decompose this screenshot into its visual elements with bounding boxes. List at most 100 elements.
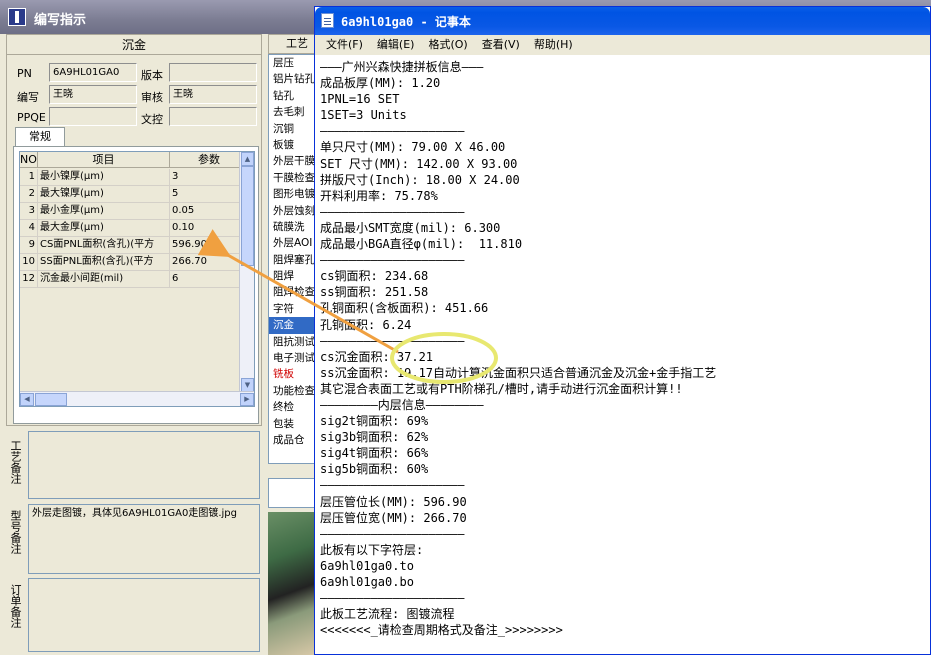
app-icon	[8, 8, 26, 26]
notepad-line: 6a9hl01ga0.to	[320, 558, 414, 573]
notepad-line: sig4t铜面积: 66%	[320, 446, 429, 461]
process-input[interactable]	[268, 478, 318, 508]
notepad-line: sig2t铜面积: 69%	[320, 414, 429, 429]
row-value[interactable]: 5	[170, 186, 249, 202]
process-list-item[interactable]: 图形电镀	[269, 186, 317, 202]
writer-field[interactable]: 王晓	[49, 85, 137, 104]
process-note-label: 工艺备注	[9, 440, 22, 484]
process-list-item[interactable]: 沉金	[269, 317, 317, 334]
process-list-item[interactable]: 包装	[269, 416, 317, 432]
doc-control-field[interactable]	[169, 107, 257, 126]
row-value[interactable]: 6	[170, 271, 249, 287]
menu-help[interactable]: 帮助(H)	[527, 35, 580, 55]
row-no: 9	[20, 237, 38, 253]
process-list-item[interactable]: 阻焊	[269, 268, 317, 284]
process-list-item[interactable]: 沉铜	[269, 121, 317, 137]
scroll-up-icon[interactable]: ▲	[241, 152, 254, 166]
menu-edit[interactable]: 编辑(E)	[370, 35, 422, 55]
notepad-line: ———广州兴森快捷拼板信息———	[320, 60, 484, 74]
process-list-item[interactable]: 干膜检查	[269, 170, 317, 186]
process-list-item[interactable]: 外层蚀刻	[269, 203, 317, 219]
process-list-item[interactable]: 电子测试	[269, 350, 317, 366]
process-list-item[interactable]: 铣板	[269, 366, 317, 382]
menu-file[interactable]: 文件(F)	[319, 35, 370, 55]
process-list-item[interactable]: 外层AOI	[269, 235, 317, 251]
model-note-box[interactable]: 外层走图镀，具体见6A9HL01GA0走图镀.jpg	[28, 504, 260, 574]
table-row[interactable]: 12 沉金最小间距(mil) 6	[20, 271, 249, 288]
process-list-item[interactable]: 阻焊塞孔	[269, 252, 317, 268]
notepad-line: ————————————————————	[320, 204, 465, 219]
row-value[interactable]: 0.10	[170, 220, 249, 236]
notepad-line: 拼版尺寸(Inch): 18.00 X 24.00	[320, 172, 520, 187]
table-header: NO 项目 参数	[20, 152, 249, 168]
parameter-table[interactable]: NO 项目 参数 1 最小镍厚(μm) 3 2 最大镍厚(μm) 5 3 最小金…	[19, 151, 255, 407]
row-value[interactable]: 596.90	[170, 237, 249, 253]
notepad-line: ————————————————————	[320, 333, 465, 348]
pn-field[interactable]: 6A9HL01GA0	[49, 63, 137, 82]
menu-view[interactable]: 查看(V)	[475, 35, 527, 55]
model-note-label: 型号备注	[9, 510, 22, 554]
process-list-item[interactable]: 层压	[269, 55, 317, 71]
process-list-item[interactable]: 阻焊检查	[269, 284, 317, 300]
row-value[interactable]: 266.70	[170, 254, 249, 270]
notepad-line: ————————————————————	[320, 124, 465, 139]
notepad-line: ————————内层信息————————	[320, 397, 484, 412]
notepad-line: 6a9hl01ga0.bo	[320, 575, 414, 589]
notepad-line: 成品最小SMT宽度(mil): 6.300	[320, 220, 501, 235]
notepad-line: 1PNL=16 SET	[320, 92, 400, 107]
process-list-item[interactable]: 硫膜洗	[269, 219, 317, 235]
notepad-line: ————————————————————	[320, 591, 465, 606]
table-row[interactable]: 1 最小镍厚(μm) 3	[20, 169, 249, 186]
column-header-param[interactable]: 参数	[170, 152, 249, 167]
ppqe-field[interactable]	[49, 107, 137, 126]
vertical-scroll-thumb[interactable]	[241, 166, 254, 266]
row-no: 2	[20, 186, 38, 202]
column-header-item[interactable]: 项目	[38, 152, 170, 167]
scroll-down-icon[interactable]: ▼	[241, 378, 254, 392]
notepad-line: 此板有以下字符层:	[320, 542, 424, 557]
table-row[interactable]: 9 CS面PNL面积(含孔)(平方 596.90	[20, 237, 249, 254]
horizontal-scrollbar[interactable]: ◀ ▶	[20, 391, 254, 406]
version-field[interactable]	[169, 63, 257, 82]
scroll-left-icon[interactable]: ◀	[20, 393, 34, 406]
notepad-line: ————————————————————	[320, 478, 465, 493]
vertical-scrollbar[interactable]: ▲ ▼	[239, 152, 254, 392]
table-row[interactable]: 3 最小金厚(μm) 0.05	[20, 203, 249, 220]
process-list-item[interactable]: 板镀	[269, 137, 317, 153]
notepad-titlebar[interactable]: 6a9hl01ga0 - 记事本	[315, 7, 930, 35]
table-row[interactable]: 10 SS面PNL面积(含孔)(平方 266.70	[20, 254, 249, 271]
notepad-icon	[321, 13, 334, 28]
process-list-item[interactable]: 铝片钻孔	[269, 71, 317, 87]
row-no: 4	[20, 220, 38, 236]
tab-normal[interactable]: 常规	[15, 127, 65, 147]
row-value[interactable]: 0.05	[170, 203, 249, 219]
process-list-item[interactable]: 功能检查	[269, 383, 317, 399]
scroll-right-icon[interactable]: ▶	[240, 393, 254, 406]
review-field[interactable]: 王晓	[169, 85, 257, 104]
table-row[interactable]: 4 最大金厚(μm) 0.10	[20, 220, 249, 237]
process-note-box[interactable]	[28, 431, 260, 499]
order-note-box[interactable]	[28, 578, 260, 652]
notepad-line: 此板工艺流程: 图镀流程	[320, 607, 455, 622]
menu-format[interactable]: 格式(O)	[421, 35, 474, 55]
row-item: 最大镍厚(μm)	[38, 186, 170, 202]
notepad-text-area[interactable]: ———广州兴森快捷拼板信息——— 成品板厚(MM): 1.20 1PNL=16 SE…	[320, 59, 925, 638]
notepad-line: 层压管位长(MM): 596.90	[320, 494, 467, 509]
process-list-item[interactable]: 钻孔	[269, 88, 317, 104]
process-list-item[interactable]: 字符	[269, 301, 317, 317]
notepad-line: 成品最小BGA直径φ(mil): 11.810	[320, 237, 523, 252]
process-list-item[interactable]: 外层干膜	[269, 153, 317, 169]
process-list-item[interactable]: 成品仓	[269, 432, 317, 448]
tab-panel: NO 项目 参数 1 最小镍厚(μm) 3 2 最大镍厚(μm) 5 3 最小金…	[13, 146, 259, 424]
order-note-label: 订单备注	[9, 584, 22, 628]
row-no: 12	[20, 271, 38, 287]
horizontal-scroll-thumb[interactable]	[35, 393, 67, 406]
row-value[interactable]: 3	[170, 169, 249, 185]
column-header-no[interactable]: NO	[20, 152, 38, 167]
table-row[interactable]: 2 最大镍厚(μm) 5	[20, 186, 249, 203]
process-list[interactable]: 层压 铝片钻孔 钻孔 去毛刺 沉铜 板镀 外层干膜 干膜检查 图形电镀 外层蚀刻 硫膜洗 外层AOI 阻…	[268, 54, 318, 464]
process-list-item[interactable]: 终检	[269, 399, 317, 415]
process-list-item[interactable]: 阻抗测试	[269, 334, 317, 350]
process-list-item[interactable]: 去毛刺	[269, 104, 317, 120]
row-item: SS面PNL面积(含孔)(平方	[38, 254, 170, 270]
